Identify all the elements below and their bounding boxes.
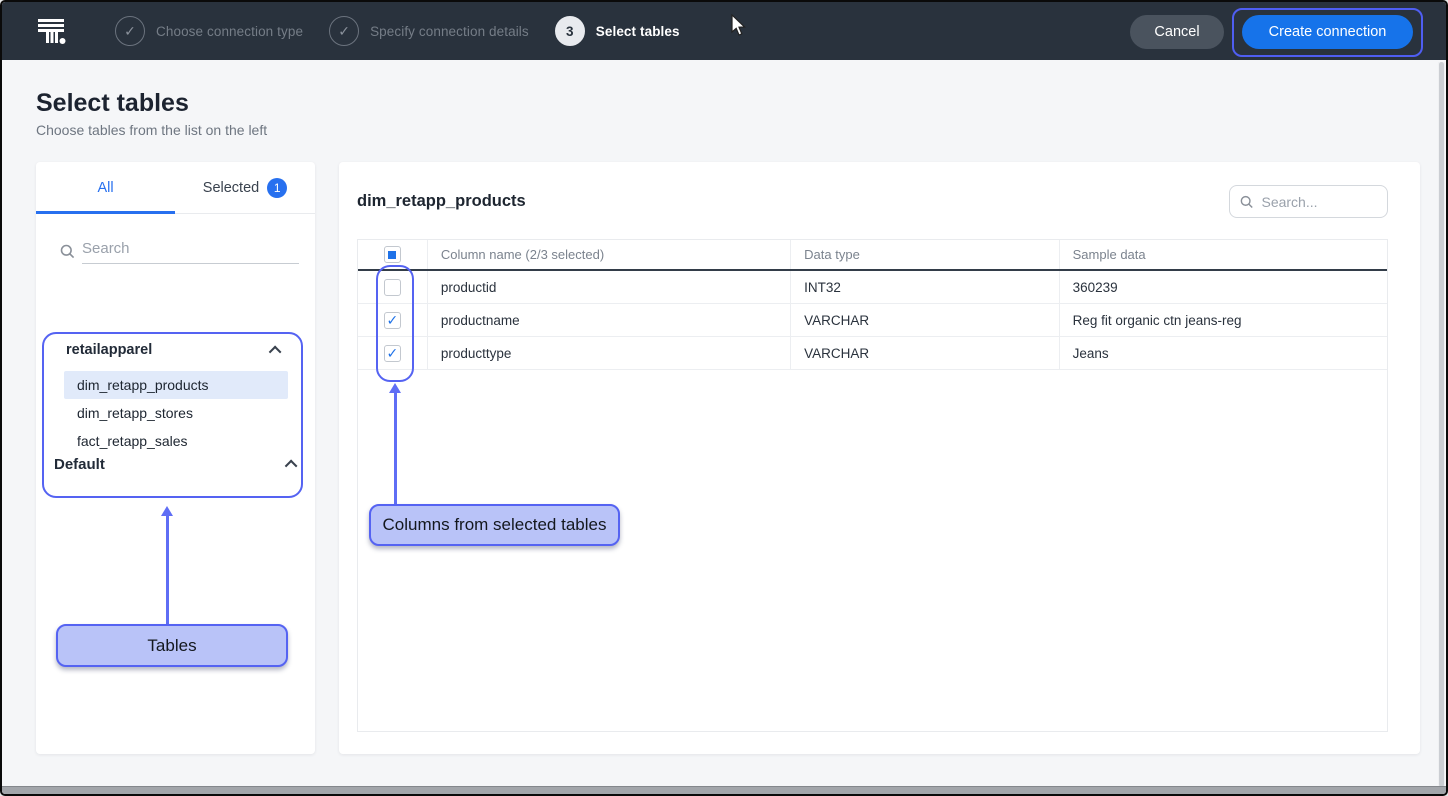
columns-callout: Columns from selected tables: [369, 504, 620, 546]
step-1-check-icon: ✓: [115, 16, 145, 46]
row-checkbox[interactable]: [384, 279, 401, 296]
tab-selected-label: Selected: [203, 180, 259, 196]
columns-search-input[interactable]: [1261, 194, 1377, 210]
tables-annotation-arrow-head: [161, 506, 173, 516]
data-type-cell: VARCHAR: [791, 304, 1059, 336]
tab-all[interactable]: All: [36, 162, 175, 213]
step-1-label: Choose connection type: [156, 24, 303, 39]
columns-annotation-arrow-head: [389, 383, 401, 393]
create-connection-button[interactable]: Create connection: [1242, 15, 1413, 49]
horizontal-scrollbar[interactable]: [2, 786, 1446, 794]
step-2-check-icon: ✓: [329, 16, 359, 46]
columns-annotation-arrow-line: [394, 392, 397, 505]
search-icon: [1240, 194, 1253, 210]
tables-callout: Tables: [56, 624, 288, 667]
header-checkbox-cell: [358, 240, 428, 269]
top-navigation-bar: ✓ Choose connection type ✓ Specify conne…: [2, 2, 1446, 60]
sidebar-table-list: dim_retapp_productsdim_retapp_storesfact…: [64, 371, 288, 455]
active-tab-underline: [36, 211, 175, 214]
row-checkbox-cell: [358, 304, 428, 336]
tables-annotation-arrow-line: [166, 515, 169, 625]
sidebar-table-item[interactable]: fact_retapp_sales: [64, 427, 288, 455]
column-name-cell: producttype: [428, 337, 791, 369]
sample-data-cell: Jeans: [1060, 337, 1387, 369]
page-subtitle: Choose tables from the list on the left: [36, 122, 267, 138]
cancel-button[interactable]: Cancel: [1130, 15, 1224, 49]
vertical-scrollbar-thumb[interactable]: [1439, 62, 1444, 787]
columns-panel: dim_retapp_products Column name (2/3 sel…: [339, 162, 1420, 754]
row-checkbox-cell: [358, 271, 428, 303]
schema-row[interactable]: retailapparel: [66, 342, 281, 358]
step-select-tables[interactable]: 3 Select tables: [555, 16, 680, 46]
columns-table-body: productidINT32360239productnameVARCHARRe…: [358, 271, 1387, 370]
tables-sidebar: All Selected 1 Default retailapparel dim…: [36, 162, 315, 754]
sidebar-table-item[interactable]: dim_retapp_products: [64, 371, 288, 399]
chevron-up-icon: [285, 460, 298, 473]
tables-callout-label: Tables: [147, 636, 196, 656]
row-checkbox[interactable]: [384, 312, 401, 329]
sidebar-search-input[interactable]: [82, 238, 299, 264]
schema-label: retailapparel: [66, 342, 152, 358]
columns-callout-label: Columns from selected tables: [383, 515, 607, 535]
row-checkbox[interactable]: [384, 345, 401, 362]
table-row: productidINT32360239: [358, 271, 1387, 304]
database-group-label: Default: [54, 456, 105, 473]
table-row: productnameVARCHARReg fit organic ctn je…: [358, 304, 1387, 337]
chevron-up-icon: [269, 345, 282, 358]
columns-table: Column name (2/3 selected) Data type Sam…: [357, 239, 1388, 732]
selected-count-badge: 1: [267, 178, 287, 198]
column-name-cell: productname: [428, 304, 791, 336]
tab-selected[interactable]: Selected 1: [175, 162, 315, 213]
step-2-label: Specify connection details: [370, 24, 529, 39]
data-type-header: Data type: [791, 240, 1059, 269]
columns-table-header: Column name (2/3 selected) Data type Sam…: [358, 240, 1387, 271]
sidebar-table-item[interactable]: dim_retapp_stores: [64, 399, 288, 427]
selected-table-title: dim_retapp_products: [357, 192, 526, 211]
wizard-stepper: ✓ Choose connection type ✓ Specify conne…: [115, 2, 680, 60]
sample-data-cell: 360239: [1060, 271, 1387, 303]
search-icon: [60, 244, 75, 259]
columns-search: [1229, 185, 1388, 218]
data-type-cell: VARCHAR: [791, 337, 1059, 369]
tab-all-label: All: [97, 180, 113, 196]
step-choose-connection-type[interactable]: ✓ Choose connection type: [115, 16, 303, 46]
mouse-cursor-icon: [730, 14, 748, 38]
step-specify-connection-details[interactable]: ✓ Specify connection details: [329, 16, 529, 46]
vertical-scrollbar[interactable]: [1438, 62, 1445, 787]
row-checkbox-cell: [358, 337, 428, 369]
thoughtspot-logo-icon: [36, 15, 68, 47]
table-row: producttypeVARCHARJeans: [358, 337, 1387, 370]
app-window: ✓ Choose connection type ✓ Specify conne…: [0, 0, 1448, 796]
database-group-row[interactable]: Default: [54, 456, 297, 473]
page-title: Select tables: [36, 89, 189, 118]
sample-data-cell: Reg fit organic ctn jeans-reg: [1060, 304, 1387, 336]
column-name-cell: productid: [428, 271, 791, 303]
sidebar-search: [60, 239, 299, 263]
step-3-label: Select tables: [596, 24, 680, 39]
select-all-checkbox[interactable]: [384, 246, 401, 263]
data-type-cell: INT32: [791, 271, 1059, 303]
sample-data-header: Sample data: [1060, 240, 1387, 269]
column-name-header: Column name (2/3 selected): [428, 240, 791, 269]
step-3-number: 3: [555, 16, 585, 46]
